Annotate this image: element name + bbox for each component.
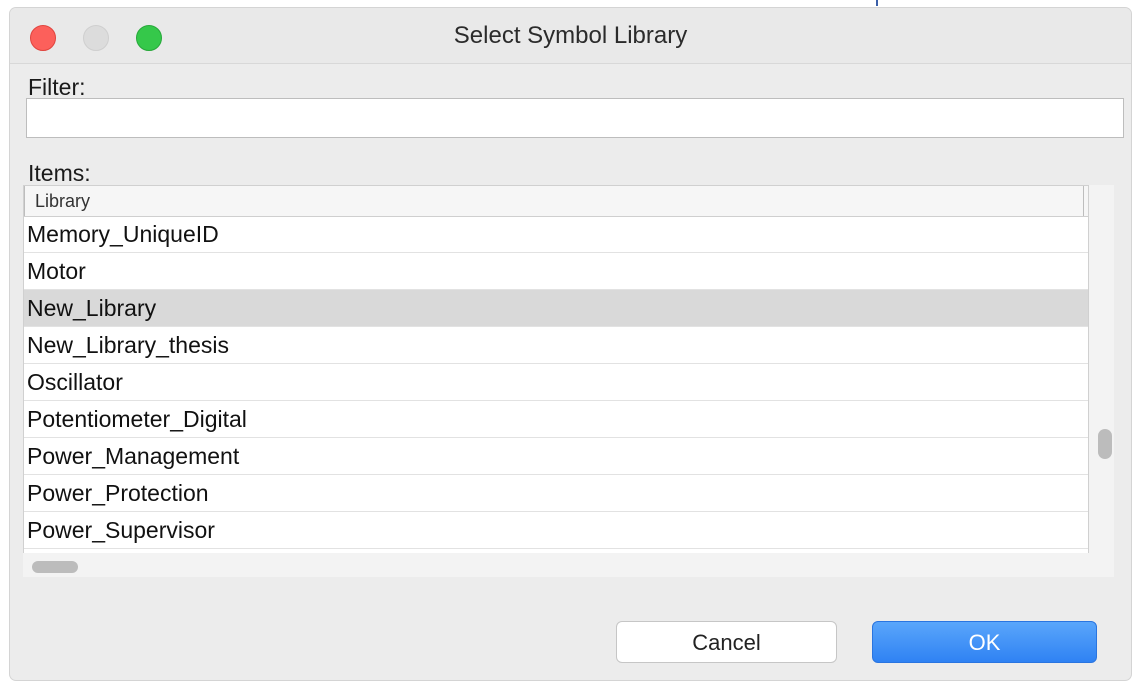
dialog-window: Select Symbol Library Filter: Items: Lib…	[10, 8, 1131, 680]
column-header-library[interactable]: Library	[24, 186, 1084, 216]
filter-label: Filter:	[28, 74, 86, 100]
horizontal-scrollbar-thumb[interactable]	[32, 561, 78, 573]
list-item[interactable]: Motor	[24, 253, 1088, 290]
list-item[interactable]: Potentiometer_Digital	[24, 401, 1088, 438]
ok-button[interactable]: OK	[872, 621, 1097, 663]
library-list[interactable]: Library Memory_UniqueID Motor New_Librar…	[23, 185, 1089, 577]
title-bar: Select Symbol Library	[10, 8, 1131, 64]
list-header: Library	[24, 186, 1088, 217]
background-edge-mark	[876, 0, 878, 6]
list-item[interactable]: Power_Supervisor	[24, 512, 1088, 549]
items-label: Items:	[28, 160, 91, 186]
vertical-scrollbar-track[interactable]	[1089, 185, 1114, 577]
list-item[interactable]: Oscillator	[24, 364, 1088, 401]
list-item[interactable]: Power_Management	[24, 438, 1088, 475]
filter-input[interactable]	[26, 98, 1124, 138]
vertical-scrollbar-thumb[interactable]	[1098, 429, 1112, 459]
horizontal-scrollbar-track[interactable]	[23, 553, 1089, 577]
list-item[interactable]: Power_Protection	[24, 475, 1088, 512]
cancel-button[interactable]: Cancel	[616, 621, 837, 663]
window-title: Select Symbol Library	[453, 22, 688, 49]
list-item[interactable]: Memory_UniqueID	[24, 216, 1088, 253]
list-item[interactable]: New_Library_thesis	[24, 327, 1088, 364]
list-item-selected[interactable]: New_Library	[24, 290, 1088, 327]
